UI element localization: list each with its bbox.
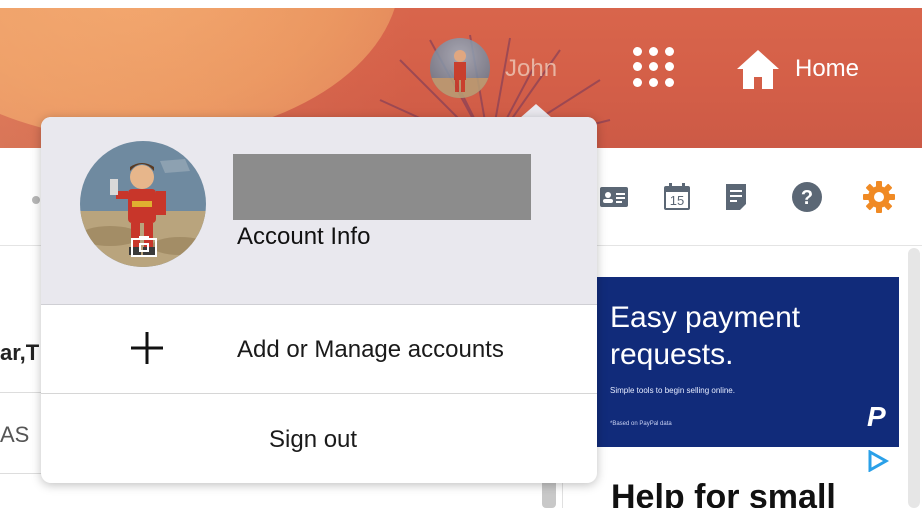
contact-card-icon	[600, 187, 628, 207]
avatar-figure-icon	[430, 50, 490, 98]
home-link[interactable]: Home	[735, 45, 859, 93]
notepad-button[interactable]	[719, 180, 753, 214]
account-info-link[interactable]: Account Info	[237, 223, 370, 251]
home-label: Home	[795, 55, 860, 82]
settings-button[interactable]	[862, 180, 896, 214]
dropdown-caret	[520, 104, 552, 118]
settings-gear-icon	[863, 181, 895, 213]
ad-subtext: Simple tools to begin selling online.	[610, 386, 735, 395]
account-menu-header: Account Info	[41, 117, 597, 305]
adchoices-icon[interactable]	[866, 450, 890, 472]
help-button[interactable]: ?	[790, 180, 824, 214]
add-manage-accounts-label: Add or Manage accounts	[237, 336, 504, 363]
sign-out-item[interactable]: Sign out	[41, 394, 597, 483]
svg-text:?: ?	[801, 187, 813, 209]
user-avatar-small[interactable]	[430, 38, 490, 98]
help-icon: ?	[792, 182, 822, 212]
ad-below-headline: Help for small	[611, 478, 836, 508]
user-name[interactable]: John	[505, 55, 557, 83]
contacts-button[interactable]	[597, 180, 631, 214]
message-snippet-sender[interactable]: ar,T	[0, 340, 39, 366]
ad-footnote: *Based on PayPal data	[610, 421, 672, 427]
calendar-icon: 15	[664, 183, 690, 210]
apps-grid-icon[interactable]	[627, 43, 675, 91]
home-icon	[737, 50, 779, 89]
add-manage-accounts-item[interactable]: Add or Manage accounts	[41, 306, 597, 394]
toolbar-dot	[32, 196, 40, 204]
paypal-logo: P	[867, 401, 886, 432]
redacted-account-name	[233, 154, 531, 220]
paypal-ad[interactable]: Easy payment requests. Simple tools to b…	[595, 277, 899, 447]
calendar-button[interactable]: 15	[660, 180, 694, 214]
account-menu: Account Info Add or Manage accounts Sign…	[41, 117, 597, 483]
page-scrollbar[interactable]	[908, 248, 920, 508]
notepad-icon	[726, 184, 746, 210]
plus-icon	[131, 332, 163, 364]
sign-out-label: Sign out	[269, 426, 358, 453]
svg-text:15: 15	[670, 193, 684, 208]
message-snippet-text[interactable]: AS	[0, 422, 29, 448]
ad-headline: Easy payment requests.	[610, 301, 801, 371]
camera-icon[interactable]	[131, 235, 157, 257]
mail-page: John Home 15 ? ar,T AS Easy payment requ…	[0, 0, 922, 508]
